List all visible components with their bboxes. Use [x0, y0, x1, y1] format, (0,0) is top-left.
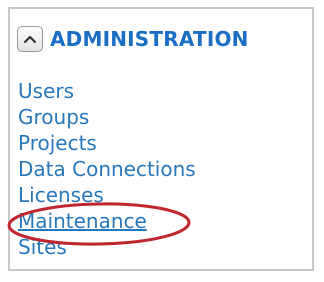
nav-item-licenses: Licenses	[18, 182, 196, 208]
nav-link-maintenance[interactable]: Maintenance	[18, 209, 147, 233]
nav-item-sites: Sites	[18, 234, 196, 260]
collapse-button[interactable]	[17, 26, 43, 52]
nav-link-data-connections[interactable]: Data Connections	[18, 157, 196, 181]
nav-item-users: Users	[18, 78, 196, 104]
chevron-up-icon	[23, 35, 37, 44]
nav-item-projects: Projects	[18, 130, 196, 156]
administration-section-header[interactable]: ADMINISTRATION	[17, 26, 249, 52]
nav-item-maintenance: Maintenance	[18, 208, 196, 234]
section-title[interactable]: ADMINISTRATION	[50, 26, 249, 52]
nav-link-groups[interactable]: Groups	[18, 105, 89, 129]
nav-item-groups: Groups	[18, 104, 196, 130]
nav-link-projects[interactable]: Projects	[18, 131, 97, 155]
nav-link-licenses[interactable]: Licenses	[18, 183, 104, 207]
nav-link-sites[interactable]: Sites	[18, 235, 67, 259]
nav-item-data-connections: Data Connections	[18, 156, 196, 182]
admin-nav-list: Users Groups Projects Data Connections L…	[18, 78, 196, 260]
nav-link-users[interactable]: Users	[18, 79, 74, 103]
